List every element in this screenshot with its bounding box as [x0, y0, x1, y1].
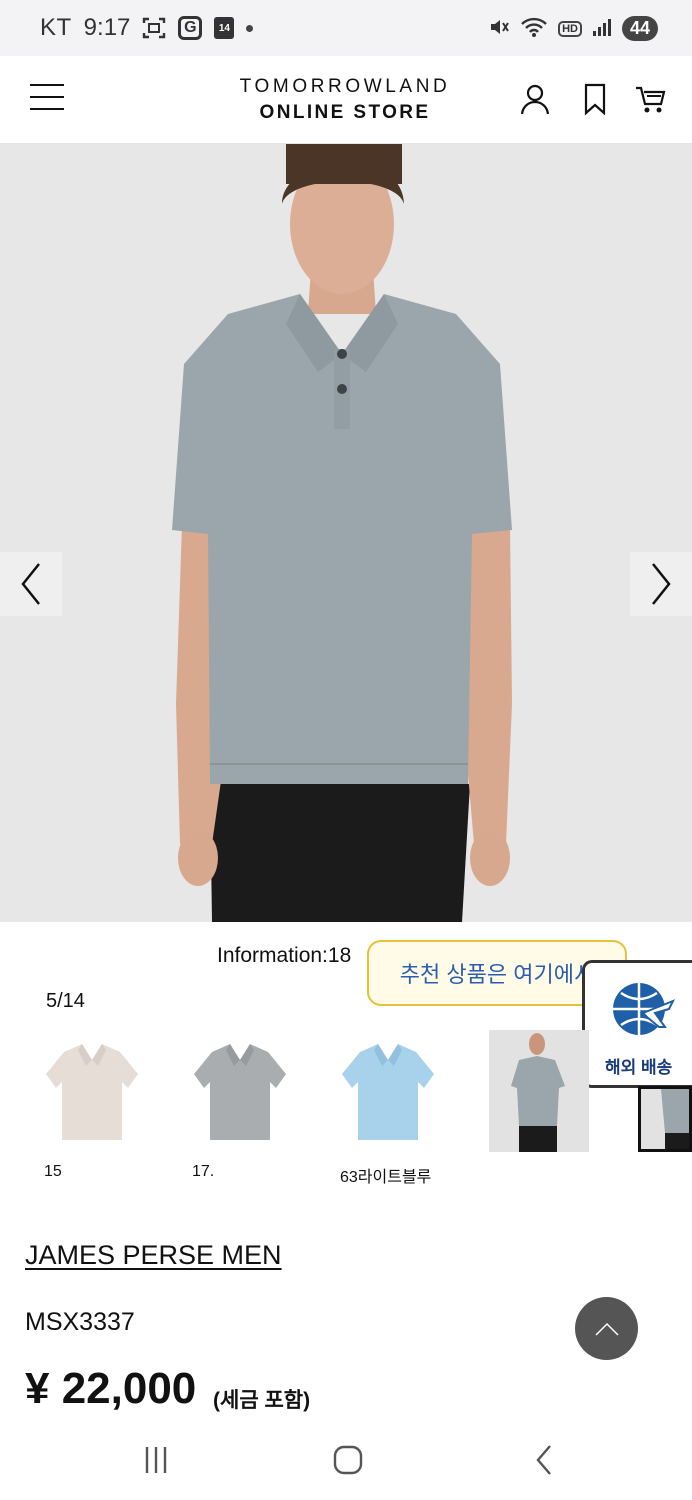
- hd-voice-icon: HD: [558, 20, 582, 37]
- system-nav-bar: [0, 1418, 692, 1500]
- next-image-button[interactable]: [630, 552, 692, 616]
- model-illustration: [0, 144, 692, 922]
- bookmark-icon[interactable]: [578, 82, 612, 116]
- product-main-image[interactable]: [0, 144, 692, 922]
- prev-image-button[interactable]: [0, 552, 62, 616]
- home-icon: [333, 1445, 363, 1475]
- image-counter: 5/14: [46, 990, 85, 1012]
- thumb-label: 63라이트블루: [340, 1169, 432, 1186]
- color-thumb-63[interactable]: [338, 1030, 438, 1152]
- back-icon: [536, 1445, 551, 1475]
- account-icon[interactable]: [518, 82, 552, 116]
- shirt-thumb-image: [342, 1044, 434, 1140]
- logo-line1: TOMORROWLAND: [239, 76, 451, 97]
- model-thumb-partial-illustration: [641, 1089, 689, 1149]
- model-thumb-image[interactable]: [489, 1030, 589, 1152]
- product-price: ¥ 22,000: [25, 1364, 197, 1413]
- g-app-icon: G: [178, 16, 203, 40]
- store-logo[interactable]: TOMORROWLAND ONLINE STORE: [230, 76, 460, 124]
- color-thumb-15[interactable]: [42, 1030, 142, 1152]
- model-thumb-image-partial[interactable]: [638, 1086, 692, 1152]
- chevron-left-icon: [21, 563, 40, 605]
- color-thumb-17[interactable]: [190, 1030, 290, 1152]
- signal-icon: [592, 17, 612, 40]
- battery-icon: 44: [621, 16, 658, 41]
- mute-icon: [488, 16, 510, 41]
- logo-line2: ONLINE STORE: [259, 102, 431, 123]
- wifi-icon: [520, 16, 548, 41]
- menu-icon[interactable]: [30, 84, 64, 114]
- carrier-label: KT: [40, 14, 72, 41]
- chevron-up-icon: [594, 1322, 619, 1336]
- site-header: TOMORROWLAND ONLINE STORE: [0, 56, 692, 144]
- calendar-icon: 14: [214, 17, 235, 39]
- brand-link[interactable]: JAMES PERSE MEN: [25, 1240, 282, 1271]
- overseas-shipping-button[interactable]: 해외 배송: [582, 960, 692, 1088]
- thumb-label: 15: [44, 1163, 62, 1180]
- price-tax-note: (세금 포함): [213, 1389, 311, 1412]
- model-thumb-illustration: [489, 1030, 589, 1152]
- screenshot-icon: [142, 17, 166, 39]
- shirt-thumb-image: [46, 1044, 138, 1140]
- product-sku: MSX3337: [25, 1308, 135, 1336]
- overseas-label: 해외 배송: [605, 1058, 673, 1077]
- recent-apps-icon: [145, 1447, 167, 1473]
- information-text: Information:18: [217, 944, 352, 967]
- globe-plane-icon: [613, 983, 676, 1035]
- notification-dot-icon: [246, 24, 254, 32]
- home-button[interactable]: [328, 1440, 368, 1480]
- chevron-right-icon: [652, 563, 671, 605]
- recent-apps-button[interactable]: [136, 1440, 176, 1480]
- back-button[interactable]: [524, 1440, 564, 1480]
- shirt-thumb-image: [194, 1044, 286, 1140]
- clock: 9:17: [83, 14, 131, 41]
- cart-icon[interactable]: [634, 82, 668, 116]
- status-bar: KT 9:17 G 14 HD 44: [0, 0, 692, 56]
- scroll-to-top-button[interactable]: [575, 1297, 638, 1360]
- thumb-label: 17.: [192, 1163, 215, 1180]
